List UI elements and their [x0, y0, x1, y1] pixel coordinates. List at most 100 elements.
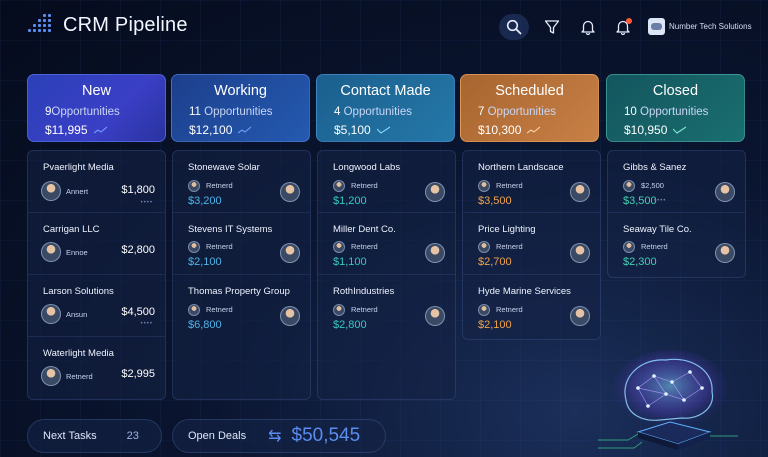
avatar	[188, 241, 200, 253]
owner-name: Annert	[66, 187, 89, 196]
deal-amount: $4,500	[121, 306, 155, 318]
deal-card[interactable]: Price Lighting Retnerd $2,700	[463, 213, 600, 275]
alerts-button[interactable]	[608, 14, 638, 40]
avatar	[570, 243, 590, 263]
opportunity-count: 4 Opportunities	[334, 106, 413, 118]
org-avatar[interactable]	[648, 18, 665, 35]
next-tasks-count: 23	[126, 430, 139, 442]
owner-name: Retnerd	[496, 242, 523, 251]
company-name: RothIndustries	[333, 286, 395, 297]
exchange-icon: ⇆	[268, 428, 282, 445]
deal-card[interactable]: RothIndustries Retnerd $2,800	[318, 275, 455, 337]
deal-card[interactable]: Northern Landscace Retnerd $3,500	[463, 151, 600, 213]
avatar	[41, 304, 61, 324]
company-name: Northern Landscace	[478, 162, 564, 173]
stage-title: Contact Made	[340, 83, 431, 99]
deal-card[interactable]: Miller Dent Co. Retnerd $1,100	[318, 213, 455, 275]
ai-brain-illustration	[598, 350, 738, 450]
avatar	[425, 182, 445, 202]
open-deals-total: $50,545	[291, 425, 361, 446]
deal-amount: $6,800	[188, 319, 222, 331]
owner-name: Ennoe	[66, 248, 88, 257]
trend-icon	[238, 126, 252, 134]
stage-header-scheduled[interactable]: Scheduled 7 Opportunities $10,300	[460, 74, 599, 142]
owner-name: Retnerd	[206, 242, 233, 251]
deal-amount: $2,700	[478, 256, 512, 268]
filter-button[interactable]	[537, 14, 567, 40]
deal-card[interactable]: Carrigan LLC Ennoe $2,800	[28, 213, 165, 275]
filter-icon	[544, 20, 560, 34]
deal-card[interactable]: Seaway Tile Co. Retnerd $2,300	[608, 213, 745, 275]
trend-icon	[376, 126, 391, 134]
avatar	[280, 243, 300, 263]
avatar	[188, 180, 200, 192]
deal-card[interactable]: Stevens IT Systems Retnerd $2,100	[173, 213, 310, 275]
avatar	[715, 243, 735, 263]
company-name: Stevens IT Systems	[188, 224, 273, 235]
deal-amount: $2,100	[478, 319, 512, 331]
avatar	[280, 306, 300, 326]
deal-card[interactable]: Thomas Property Group Retnerd $6,800	[173, 275, 310, 337]
stage-title: New	[81, 83, 111, 99]
company-name: Seaway Tile Co.	[623, 224, 692, 235]
stage-title: Working	[214, 83, 267, 99]
owner-name: Retnerd	[206, 305, 233, 314]
owner-name: Retnerd	[641, 242, 668, 251]
deal-card[interactable]: Hyde Marine Services Retnerd $2,100	[463, 275, 600, 337]
stage-total: $10,300	[478, 123, 598, 137]
stage-title: Scheduled	[495, 83, 564, 99]
deal-amount: $3,500	[623, 195, 657, 207]
search-button[interactable]	[499, 14, 529, 40]
avatar	[478, 180, 490, 192]
org-name: Number Tech Solutions	[669, 22, 752, 31]
stage-header-working[interactable]: Working 11 Opportunities $12,100	[171, 74, 310, 142]
trend-icon	[527, 126, 541, 134]
company-name: Pvaerlight Media	[43, 162, 114, 173]
deal-amount: $2,800	[121, 244, 155, 256]
deal-card[interactable]: Longwood Labs Retnerd $1,200	[318, 151, 455, 213]
owner-name: Retnerd	[206, 181, 233, 190]
next-tasks-summary[interactable]: Next Tasks 23	[27, 419, 162, 453]
owner-name: Retnerd	[496, 181, 523, 190]
avatar	[478, 304, 490, 316]
opportunity-count: 9Opportunities	[45, 106, 120, 118]
page-title: CRM Pipeline	[63, 14, 188, 36]
deal-card[interactable]: Gibbs & Sanez $2,500 $3,500 ••••	[608, 151, 745, 213]
deal-card[interactable]: Pvaerlight Media Annert $1,800 ••••	[28, 151, 165, 213]
stage-header-contact-made[interactable]: Contact Made 4 Opportunities $5,100	[316, 74, 455, 142]
notifications-button[interactable]	[573, 14, 603, 40]
stage-column-new: Pvaerlight Media Annert $1,800 •••• Carr…	[27, 150, 166, 400]
top-bar: CRM Pipeline Number Tech Solutions	[0, 0, 768, 54]
avatar	[570, 306, 590, 326]
deal-card[interactable]: Stonewave Solar Retnerd $3,200	[173, 151, 310, 213]
stage-header-new[interactable]: New 9Opportunities $11,995	[27, 74, 166, 142]
avatar	[41, 242, 61, 262]
stage-column-scheduled: Northern Landscace Retnerd $3,500 Price …	[462, 150, 601, 340]
stage-total: $10,950	[624, 123, 744, 137]
stage-column-contact-made: Longwood Labs Retnerd $1,200 Miller Dent…	[317, 150, 456, 400]
app-logo-icon	[28, 14, 54, 36]
avatar	[715, 182, 735, 202]
avatar	[188, 304, 200, 316]
more-dots-icon[interactable]: ••••	[141, 321, 153, 327]
avatar	[280, 182, 300, 202]
owner-name: Retnerd	[351, 305, 378, 314]
more-dots-icon[interactable]: ••••	[654, 198, 666, 204]
avatar	[333, 180, 345, 192]
deal-amount: $2,995	[121, 368, 155, 380]
open-deals-summary[interactable]: Open Deals ⇆ $50,545	[172, 419, 386, 453]
company-name: Carrigan LLC	[43, 224, 100, 235]
owner-name: Retnerd	[351, 181, 378, 190]
stage-header-closed[interactable]: Closed 10 Opportunities $10,950	[606, 74, 745, 142]
more-dots-icon[interactable]: ••••	[141, 200, 153, 206]
opportunity-count: 10 Opportunities	[624, 106, 709, 118]
avatar	[570, 182, 590, 202]
company-name: Longwood Labs	[333, 162, 401, 173]
avatar	[333, 304, 345, 316]
company-name: Larson Solutions	[43, 286, 114, 297]
stage-total: $5,100	[334, 123, 454, 137]
deal-card[interactable]: Larson Solutions Ansun $4,500 ••••	[28, 275, 165, 337]
company-name: Hyde Marine Services	[478, 286, 571, 297]
owner-name: Retnerd	[66, 372, 93, 381]
deal-card[interactable]: Waterlight Media Retnerd $2,995	[28, 337, 165, 399]
